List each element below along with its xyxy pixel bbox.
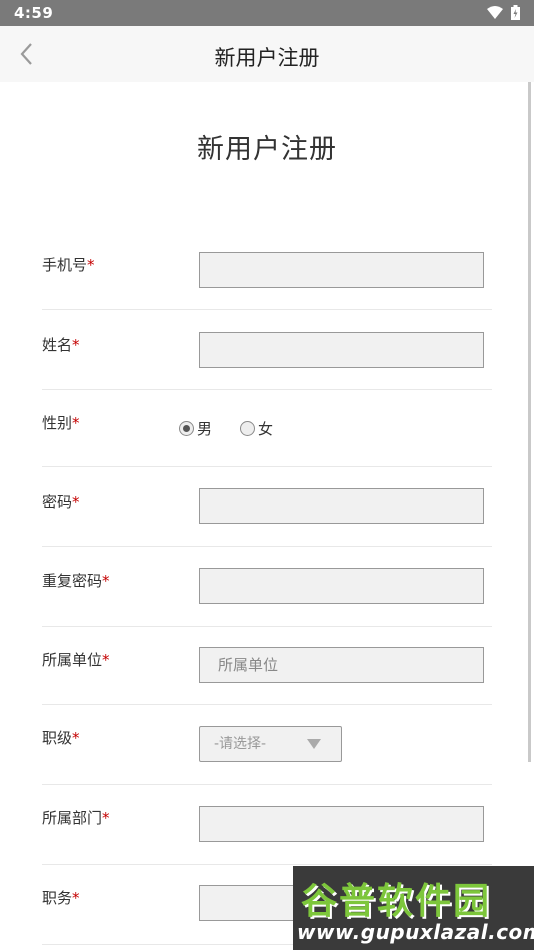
gender-option-male[interactable]: 男 [179, 418, 212, 439]
app-title: 新用户注册 [214, 46, 320, 70]
radio-female[interactable] [240, 421, 256, 436]
rank-row: 职级* -请选择- [42, 705, 492, 785]
rank-select[interactable]: -请选择- [199, 726, 342, 762]
dropdown-arrow-icon [307, 739, 321, 749]
unit-label: 所属单位* [42, 651, 110, 669]
required-mark: * [72, 729, 80, 747]
rank-select-value: -请选择- [214, 736, 267, 752]
gender-row: 性别* 男 女 [42, 390, 492, 467]
phone-row: 手机号* [42, 230, 492, 310]
watermark-url: www.gupuxlazal.com [297, 920, 534, 944]
department-input[interactable] [199, 806, 484, 842]
required-mark: * [72, 493, 80, 511]
app-bar: 新用户注册 [0, 26, 534, 82]
registration-content[interactable]: 新用户注册 手机号* 姓名* 性别* 男 女 密码* 重复密码* 所属单位* 所… [0, 82, 534, 950]
gender-label: 性别* [42, 414, 80, 432]
battery-icon [511, 5, 520, 20]
required-mark: * [102, 651, 110, 669]
password-row: 密码* [42, 467, 492, 547]
required-mark: * [72, 336, 80, 354]
required-mark: * [102, 809, 110, 827]
unit-row: 所属单位* 所属单位 [42, 627, 492, 705]
department-label: 所属部门* [42, 809, 110, 827]
status-icons [487, 5, 520, 20]
confirm-password-label: 重复密码* [42, 572, 110, 590]
name-input[interactable] [199, 332, 484, 368]
status-time: 4:59 [14, 4, 54, 22]
rank-label: 职级* [42, 729, 80, 747]
gender-option-female[interactable]: 女 [240, 418, 273, 439]
required-mark: * [102, 572, 110, 590]
confirm-password-input[interactable] [199, 568, 484, 604]
department-row: 所属部门* [42, 785, 492, 865]
confirm-password-row: 重复密码* [42, 547, 492, 627]
scrollbar[interactable] [528, 82, 531, 762]
name-label: 姓名* [42, 336, 80, 354]
required-mark: * [87, 256, 95, 274]
status-bar: 4:59 [0, 0, 534, 26]
name-row: 姓名* [42, 310, 492, 390]
gender-radio-group: 男 女 [179, 418, 301, 439]
phone-input[interactable] [199, 252, 484, 288]
password-input[interactable] [199, 488, 484, 524]
watermark-logo: 谷普软件园 [301, 881, 492, 922]
wifi-icon [487, 5, 503, 19]
unit-input[interactable]: 所属单位 [199, 647, 484, 683]
watermark: 谷普软件园 www.gupuxlazal.com [293, 866, 534, 950]
phone-label: 手机号* [42, 256, 95, 274]
required-mark: * [72, 889, 80, 907]
page-heading: 新用户注册 [197, 134, 337, 165]
radio-male[interactable] [179, 421, 194, 436]
position-label: 职务* [42, 889, 80, 907]
required-mark: * [72, 414, 80, 432]
gender-option-male-label: 男 [197, 420, 213, 438]
password-label: 密码* [42, 493, 80, 511]
gender-option-female-label: 女 [258, 420, 274, 438]
